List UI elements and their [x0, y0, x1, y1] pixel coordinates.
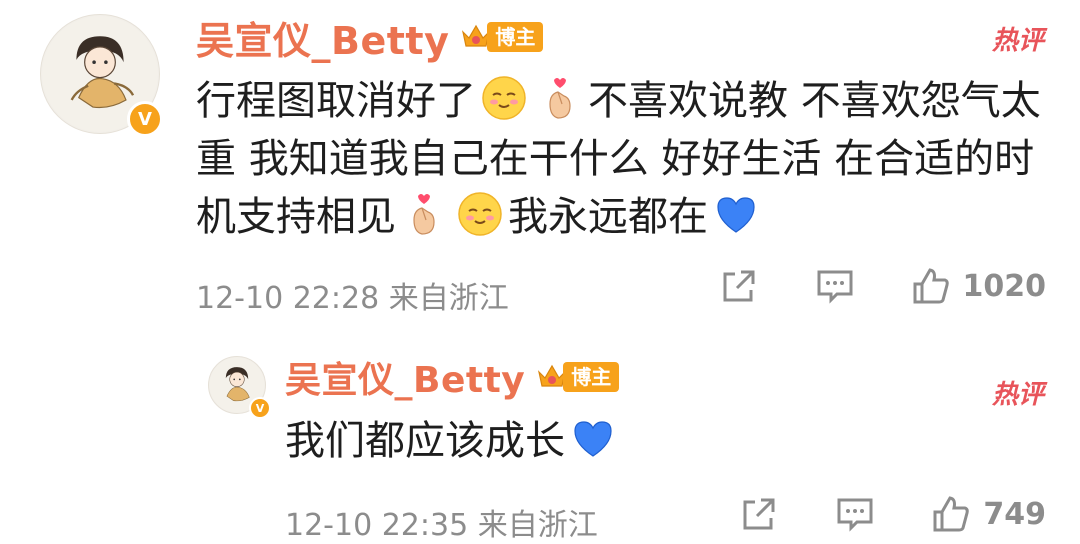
username-link[interactable]: 吴宣仪_Betty: [285, 351, 525, 403]
share-icon[interactable]: [739, 494, 779, 534]
shy-smile-emoji-icon: [458, 192, 502, 236]
finger-heart-emoji-icon: [413, 194, 435, 235]
comment-icon[interactable]: [815, 266, 855, 306]
share-icon[interactable]: [719, 266, 759, 306]
verified-badge-icon: V: [249, 397, 271, 419]
like-icon[interactable]: [931, 494, 971, 534]
comment-text-segment: 行程图取消好了: [196, 78, 476, 124]
comment-item: V 吴宣仪_Betty 博主 热评 行程图取消好了 不喜欢说教 不喜欢怨气太重 我…: [0, 0, 1080, 330]
location: 来自浙江: [477, 508, 598, 543]
comment-text-segment: 我们都应该成长: [285, 418, 565, 464]
blogger-badge: 博主: [459, 19, 544, 55]
location: 来自浙江: [388, 281, 509, 316]
finger-heart-emoji-icon: [549, 78, 571, 119]
reply-item: V 吴宣仪_Betty 博主 热评 我们都应该成长 12-10 22:35 来自…: [0, 340, 1080, 544]
comment-actions: 749: [739, 494, 1046, 534]
timestamp: 12-10 22:28: [196, 281, 380, 316]
avatar[interactable]: V: [40, 14, 163, 137]
comment-meta: 12-10 22:28 来自浙江: [196, 273, 509, 317]
verified-badge-icon: V: [127, 101, 163, 137]
comment-header: 吴宣仪_Betty 博主: [285, 351, 620, 403]
blogger-badge: 博主: [535, 359, 620, 395]
blogger-tag: 博主: [563, 362, 620, 392]
timestamp: 12-10 22:35: [285, 508, 469, 543]
like-icon[interactable]: [911, 266, 951, 306]
avatar[interactable]: V: [208, 356, 271, 419]
shy-smile-emoji-icon: [482, 76, 526, 120]
comment-icon[interactable]: [835, 494, 875, 534]
comment-meta: 12-10 22:35 来自浙江: [285, 500, 598, 544]
blue-heart-emoji-icon: [574, 421, 612, 457]
comment-text-segment: 我永远都在: [508, 194, 708, 240]
blogger-tag: 博主: [487, 22, 544, 52]
hot-comment-tag: 热评: [991, 380, 1044, 410]
comment-text: 我们都应该成长: [285, 412, 1045, 470]
like-count: 749: [983, 496, 1046, 532]
hot-comment-tag: 热评: [991, 26, 1044, 56]
comment-text: 行程图取消好了 不喜欢说教 不喜欢怨气太重 我知道我自己在干什么 好好生活 在合适…: [196, 72, 1046, 246]
blue-heart-emoji-icon: [717, 197, 755, 233]
username-link[interactable]: 吴宣仪_Betty: [196, 10, 449, 65]
comment-header: 吴宣仪_Betty 博主: [196, 10, 544, 65]
comment-actions: 1020: [719, 266, 1047, 306]
like-count: 1020: [962, 268, 1047, 304]
